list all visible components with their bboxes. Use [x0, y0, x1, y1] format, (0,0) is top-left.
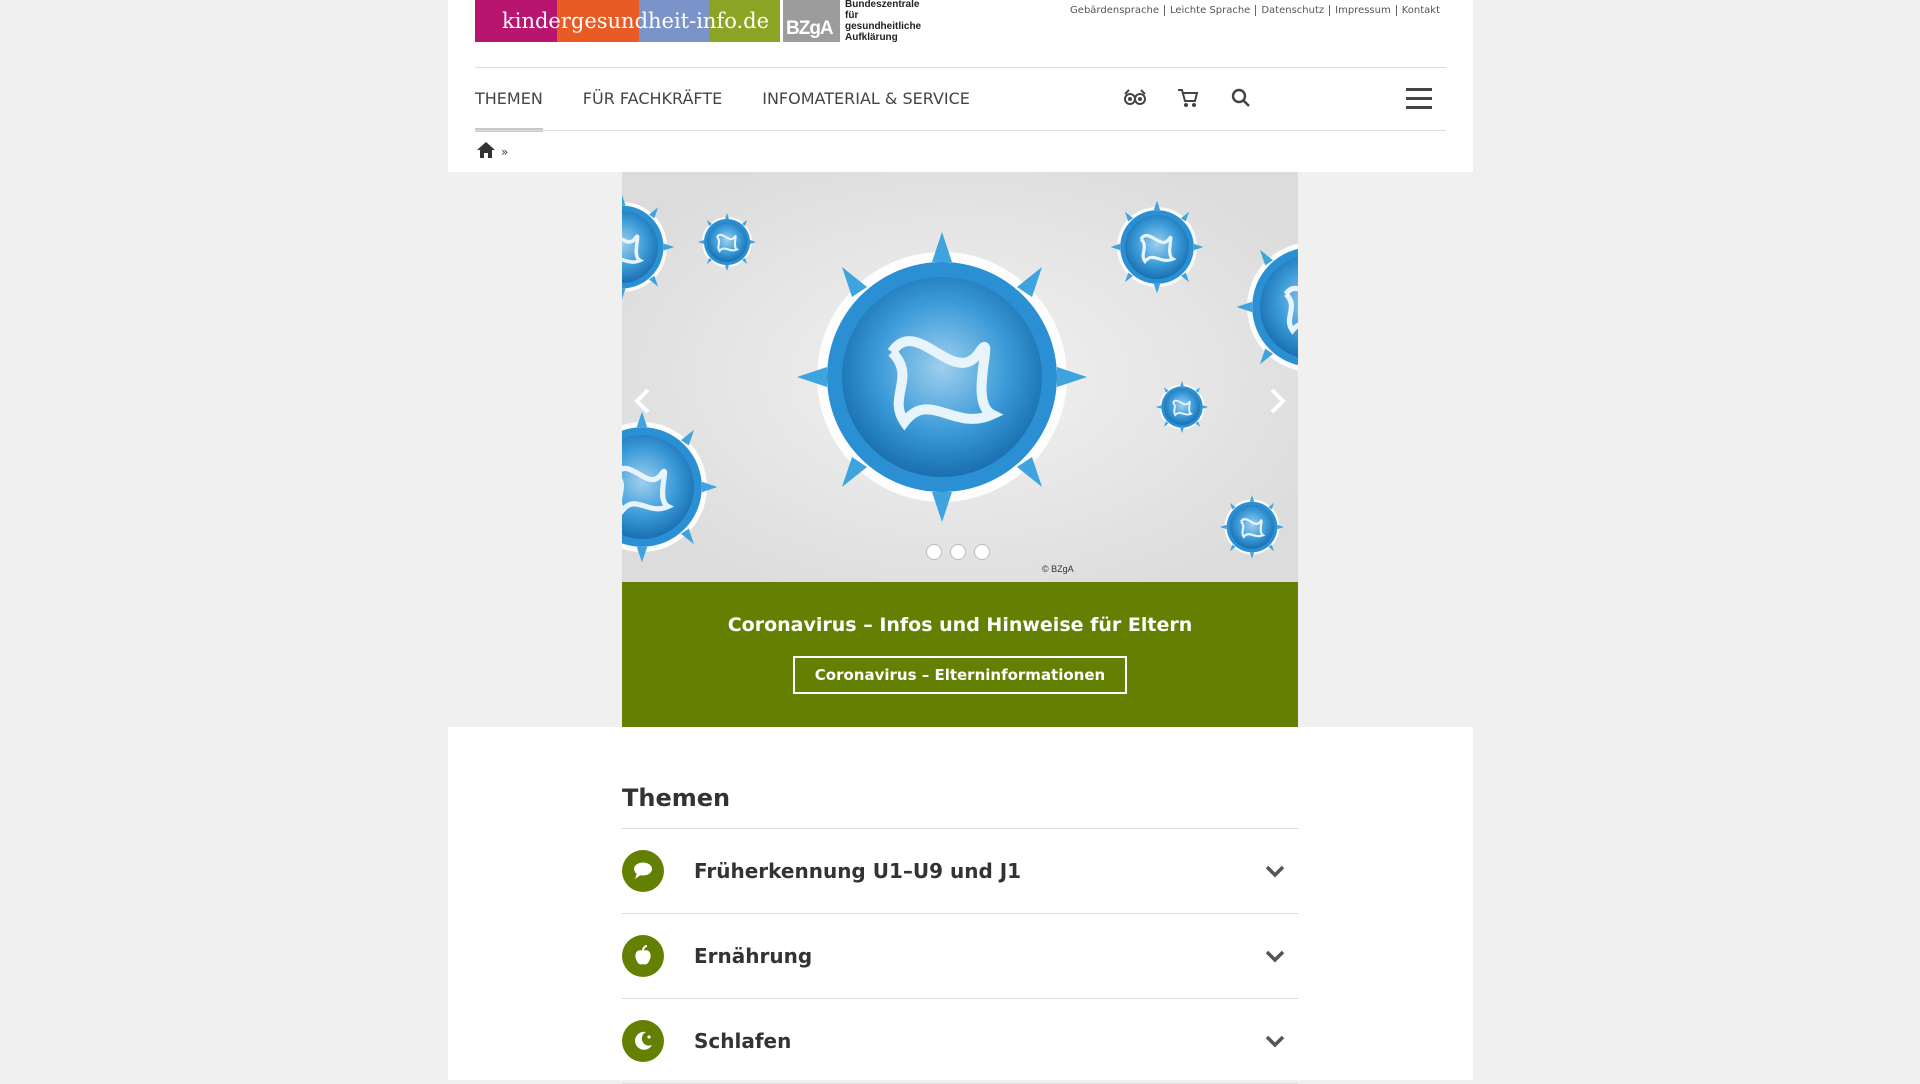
hero-section: © BZgA Coronavirus – Infos und Hinweise …: [448, 172, 1473, 727]
main-nav: THEMEN FÜR FACHKRÄFTE INFOMATERIAL & SER…: [475, 89, 1010, 132]
hero-teaser: Coronavirus – Infos und Hinweise für Elt…: [622, 582, 1298, 727]
topics-section: Themen Früherkennung U1–U9 und J1 Ernähr…: [622, 784, 1298, 1084]
breadcrumb: »: [476, 141, 508, 162]
slider-prev-button[interactable]: [630, 386, 656, 416]
nav-themen[interactable]: THEMEN: [475, 89, 543, 132]
meta-nav: Gebärdensprache Leichte Sprache Datensch…: [1065, 5, 1440, 16]
chevron-down-icon[interactable]: [1262, 943, 1288, 969]
topic-item-ernaehrung[interactable]: Ernährung: [622, 914, 1298, 999]
apple-icon: [622, 935, 664, 977]
chevron-down-icon[interactable]: [1262, 858, 1288, 884]
header-tools: [1122, 85, 1253, 110]
slider-dot-2[interactable]: [950, 544, 966, 560]
logo-color-bar: kindergesundheit-info.de: [475, 0, 780, 42]
sign-language-icon[interactable]: [1122, 85, 1147, 110]
nav-fachkraefte[interactable]: FÜR FACHKRÄFTE: [583, 89, 722, 132]
meta-link-privacy[interactable]: Datenschutz: [1255, 5, 1329, 16]
home-icon[interactable]: [476, 141, 496, 162]
slider-next-button[interactable]: [1264, 386, 1290, 416]
topics-heading: Themen: [622, 784, 1298, 829]
hero-title: Coronavirus – Infos und Hinweise für Elt…: [727, 614, 1193, 636]
cart-icon[interactable]: [1175, 85, 1200, 110]
slider-dot-1[interactable]: [926, 544, 942, 560]
topic-label: Schlafen: [694, 1029, 792, 1053]
topic-label: Früherkennung U1–U9 und J1: [694, 859, 1022, 883]
meta-link-sign-language[interactable]: Gebärdensprache: [1065, 5, 1164, 16]
topic-item-frueherkennung[interactable]: Früherkennung U1–U9 und J1: [622, 829, 1298, 914]
nav-divider: [475, 130, 1446, 131]
image-slider: © BZgA: [622, 172, 1298, 582]
image-credit: © BZgA: [1042, 564, 1074, 574]
bzga-name: Bundeszentrale für gesundheitliche Aufkl…: [845, 0, 922, 43]
coronavirus-illustration: [622, 172, 1298, 582]
page: kindergesundheit-info.de BZgA Bundeszent…: [448, 0, 1473, 1084]
meta-link-imprint[interactable]: Impressum: [1329, 5, 1396, 16]
meta-link-easy-language[interactable]: Leichte Sprache: [1163, 5, 1255, 16]
speech-bubble-icon: [622, 850, 664, 892]
topic-item-schlafen[interactable]: Schlafen: [622, 999, 1298, 1084]
slider-dots: [926, 544, 990, 560]
bzga-logo: BZgA: [783, 0, 840, 42]
slider-dot-3[interactable]: [974, 544, 990, 560]
hero-cta-button[interactable]: Coronavirus – Elterninformationen: [792, 656, 1128, 694]
header-divider: [475, 67, 1446, 68]
chevron-down-icon[interactable]: [1262, 1028, 1288, 1054]
topic-label: Ernährung: [694, 944, 813, 968]
logo-text: kindergesundheit-info.de: [502, 9, 770, 33]
search-icon[interactable]: [1228, 85, 1253, 110]
breadcrumb-separator: »: [501, 144, 509, 159]
moon-icon: [622, 1020, 664, 1062]
menu-icon[interactable]: [1406, 88, 1432, 110]
site-logo[interactable]: kindergesundheit-info.de BZgA Bundeszent…: [475, 0, 921, 43]
meta-link-contact[interactable]: Kontakt: [1395, 5, 1440, 16]
nav-infomaterial[interactable]: INFOMATERIAL & SERVICE: [762, 89, 970, 132]
